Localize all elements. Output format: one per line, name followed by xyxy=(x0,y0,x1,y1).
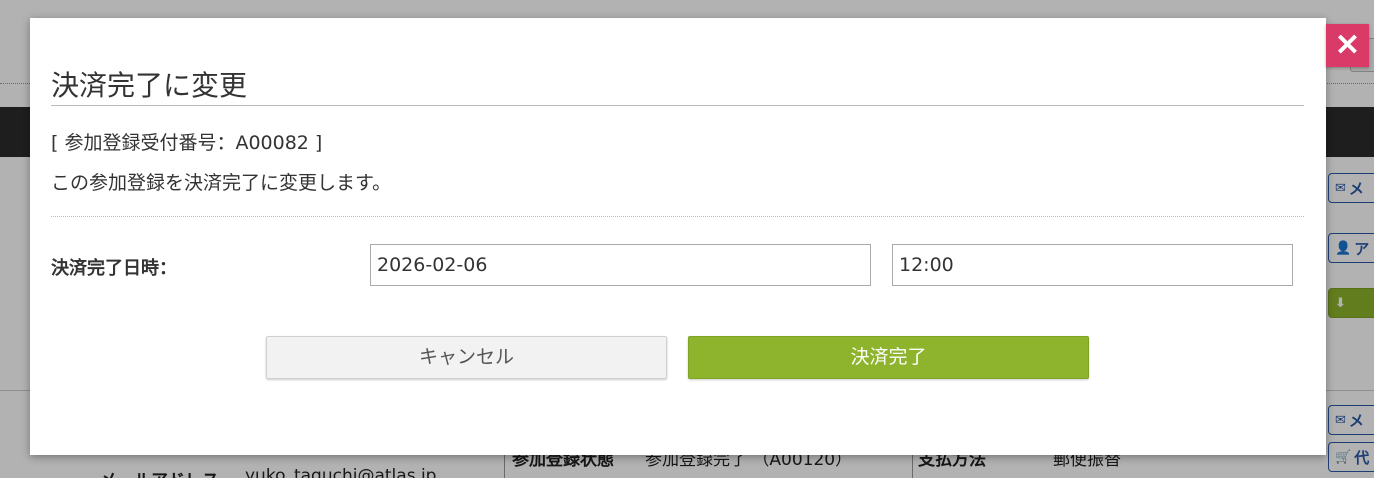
close-button[interactable]: ✕ xyxy=(1326,24,1369,67)
payment-complete-button[interactable]: 決済完了 xyxy=(688,336,1089,379)
payment-datetime-label: 決済完了日時： xyxy=(51,258,177,279)
payment-date-input[interactable] xyxy=(370,244,871,286)
payment-time-input[interactable] xyxy=(892,244,1293,286)
title-divider xyxy=(51,105,1304,106)
section-divider xyxy=(51,216,1304,217)
dialog-description: この参加登録を決済完了に変更します。 xyxy=(51,172,392,194)
close-icon: ✕ xyxy=(1334,29,1361,62)
payment-complete-dialog: 決済完了に変更 [ 参加登録受付番号：A00082 ] この参加登録を決済完了に… xyxy=(30,18,1326,455)
registration-number: [ 参加登録受付番号：A00082 ] xyxy=(51,132,323,154)
cancel-button[interactable]: キャンセル xyxy=(266,336,667,379)
dialog-title: 決済完了に変更 xyxy=(51,69,248,102)
